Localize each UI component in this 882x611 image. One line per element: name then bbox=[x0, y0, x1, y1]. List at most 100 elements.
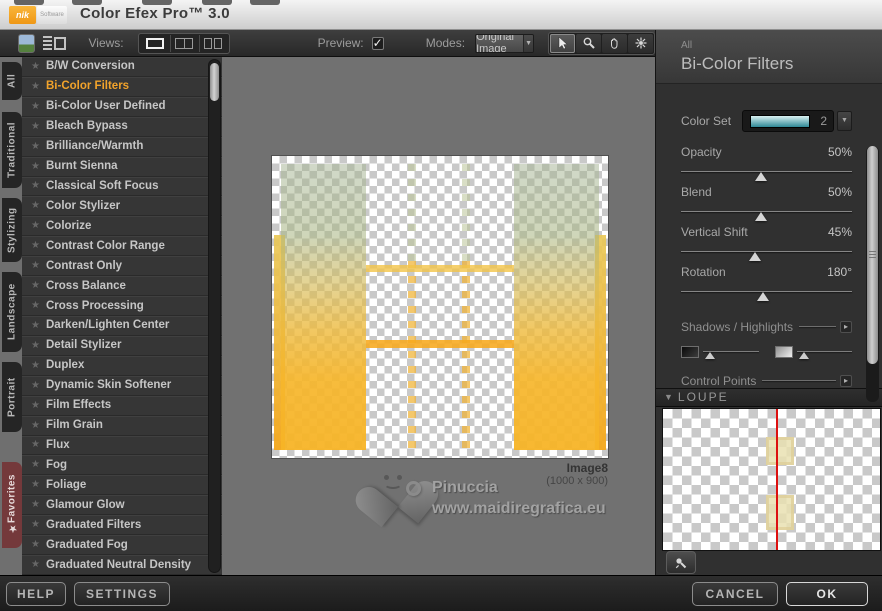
loupe-header[interactable]: ▼ LOUPE bbox=[656, 387, 882, 407]
filter-list-item[interactable]: ★ B/W Conversion bbox=[22, 57, 222, 77]
star-icon[interactable]: ★ bbox=[31, 280, 46, 291]
star-icon[interactable]: ★ bbox=[31, 479, 46, 490]
filter-list-item[interactable]: ★ Colorize bbox=[22, 216, 222, 237]
star-icon[interactable]: ★ bbox=[31, 220, 46, 231]
sidebar-tab-all[interactable]: All bbox=[2, 62, 22, 100]
star-icon[interactable]: ★ bbox=[31, 459, 46, 470]
filter-list-item[interactable]: ★ Bi-Color User Defined bbox=[22, 97, 222, 117]
sidebar-tab-traditional[interactable]: Traditional bbox=[2, 112, 22, 188]
star-icon[interactable]: ★ bbox=[31, 260, 46, 271]
star-icon[interactable]: ★ bbox=[31, 61, 46, 72]
filter-list-item[interactable]: ★ Cross Balance bbox=[22, 276, 222, 297]
filter-list-item[interactable]: ★ Foliage bbox=[22, 475, 222, 496]
slider-marker[interactable] bbox=[757, 291, 770, 301]
star-icon[interactable]: ★ bbox=[31, 380, 46, 391]
star-icon[interactable]: ★ bbox=[31, 101, 46, 112]
star-icon[interactable]: ★ bbox=[31, 320, 46, 331]
filter-list-item[interactable]: ★ Graduated Neutral Density bbox=[22, 555, 222, 575]
control-point-pin-button[interactable] bbox=[666, 551, 696, 575]
filter-list-item[interactable]: ★ Film Grain bbox=[22, 416, 222, 436]
star-icon[interactable]: ★ bbox=[31, 400, 46, 411]
sidebar-tab-portrait[interactable]: Portrait bbox=[2, 362, 22, 432]
filter-list-item[interactable]: ★ Glamour Glow bbox=[22, 495, 222, 516]
filter-list-item[interactable]: ★ Fog bbox=[22, 455, 222, 476]
star-icon[interactable]: ★ bbox=[31, 519, 46, 530]
ok-button[interactable]: OK bbox=[786, 581, 868, 606]
star-icon[interactable]: ★ bbox=[31, 180, 46, 191]
pan-tool-button[interactable] bbox=[602, 33, 627, 53]
panel-scrollbar[interactable] bbox=[866, 145, 879, 402]
filter-list-item[interactable]: ★ Brilliance/Warmth bbox=[22, 137, 222, 157]
help-button[interactable]: HELP bbox=[6, 581, 66, 606]
chevron-down-icon[interactable]: ▼ bbox=[523, 34, 533, 52]
view-side-by-side-button[interactable] bbox=[198, 34, 227, 52]
star-icon[interactable]: ★ bbox=[31, 499, 46, 510]
filter-list-item[interactable]: ★ Darken/Lighten Center bbox=[22, 316, 222, 336]
preview-image[interactable] bbox=[271, 155, 609, 459]
star-icon[interactable]: ★ bbox=[31, 420, 46, 431]
preview-checkbox[interactable]: ✓ bbox=[371, 36, 384, 50]
filter-list-item[interactable]: ★ Flux bbox=[22, 436, 222, 456]
sidebar-tab-landscape[interactable]: Landscape bbox=[2, 272, 22, 352]
filter-list-item[interactable]: ★ Color Stylizer bbox=[22, 196, 222, 217]
scrollbar-thumb[interactable] bbox=[867, 145, 878, 364]
star-icon[interactable]: ★ bbox=[31, 340, 46, 351]
filter-list-scrollbar[interactable] bbox=[208, 59, 221, 573]
filter-list-item[interactable]: ★ Detail Stylizer bbox=[22, 336, 222, 356]
loupe-viewport[interactable] bbox=[662, 407, 881, 551]
background-color-tool-button[interactable] bbox=[628, 33, 653, 53]
image-thumbnail-icon[interactable] bbox=[18, 33, 36, 53]
slider-track[interactable] bbox=[681, 290, 852, 301]
star-icon[interactable]: ★ bbox=[31, 161, 46, 172]
filter-list-item[interactable]: ★ Cross Processing bbox=[22, 296, 222, 316]
slider-marker[interactable] bbox=[704, 352, 715, 360]
slider-marker[interactable] bbox=[799, 352, 810, 360]
zoom-tool-button[interactable] bbox=[576, 33, 601, 53]
expand-arrow-icon[interactable]: ▸ bbox=[840, 374, 852, 387]
filter-list-item[interactable]: ★ Bleach Bypass bbox=[22, 117, 222, 137]
settings-button[interactable]: SETTINGS bbox=[74, 581, 170, 606]
slider-marker[interactable] bbox=[755, 211, 768, 221]
shadows-slider[interactable] bbox=[681, 345, 759, 360]
star-icon[interactable]: ★ bbox=[31, 539, 46, 550]
filter-list-toggle-icon[interactable] bbox=[43, 34, 67, 52]
filter-list-item[interactable]: ★ Film Effects bbox=[22, 396, 222, 416]
view-single-button[interactable] bbox=[141, 35, 169, 52]
star-icon[interactable]: ★ bbox=[31, 141, 46, 152]
star-icon[interactable]: ★ bbox=[31, 300, 46, 311]
star-icon[interactable]: ★ bbox=[31, 559, 46, 570]
color-set-control[interactable]: 2 ▼ bbox=[742, 109, 852, 132]
slider-marker[interactable] bbox=[748, 251, 761, 261]
select-tool-button[interactable] bbox=[550, 33, 575, 53]
slider-track[interactable] bbox=[681, 210, 852, 221]
filter-list-item[interactable]: ★ Contrast Color Range bbox=[22, 236, 222, 257]
filter-list-item[interactable]: ★ Classical Soft Focus bbox=[22, 177, 222, 197]
chevron-down-icon[interactable]: ▼ bbox=[837, 110, 852, 131]
collapse-caret-icon[interactable]: ▼ bbox=[664, 392, 673, 402]
modes-dropdown[interactable]: Original Image ▼ bbox=[475, 33, 534, 53]
cancel-button[interactable]: CANCEL bbox=[692, 581, 778, 606]
filter-list-item[interactable]: ★ Burnt Sienna bbox=[22, 157, 222, 177]
filter-list-item[interactable]: ★ Duplex bbox=[22, 356, 222, 376]
star-icon[interactable]: ★ bbox=[31, 81, 46, 92]
sidebar-tab-stylizing[interactable]: Stylizing bbox=[2, 198, 22, 262]
color-set-swatch bbox=[750, 114, 810, 128]
highlights-slider[interactable] bbox=[774, 345, 852, 360]
filter-list-item[interactable]: ★ Graduated Filters bbox=[22, 515, 222, 536]
slider-track[interactable] bbox=[681, 170, 852, 181]
star-icon[interactable]: ★ bbox=[31, 439, 46, 450]
star-icon[interactable]: ★ bbox=[31, 360, 46, 371]
sidebar-tab-favorites[interactable]: ★ Favorites bbox=[2, 462, 22, 548]
star-icon[interactable]: ★ bbox=[31, 121, 46, 132]
scrollbar-thumb[interactable] bbox=[210, 63, 219, 101]
filter-list-item[interactable]: ★ Bi-Color Filters bbox=[22, 77, 222, 97]
star-icon[interactable]: ★ bbox=[31, 200, 46, 211]
expand-arrow-icon[interactable]: ▸ bbox=[840, 320, 852, 333]
view-split-button[interactable] bbox=[169, 34, 198, 52]
slider-marker[interactable] bbox=[755, 171, 768, 181]
slider-track[interactable] bbox=[681, 250, 852, 261]
star-icon[interactable]: ★ bbox=[31, 240, 46, 251]
filter-list-item[interactable]: ★ Graduated Fog bbox=[22, 535, 222, 556]
filter-list-item[interactable]: ★ Dynamic Skin Softener bbox=[22, 376, 222, 396]
filter-list-item[interactable]: ★ Contrast Only bbox=[22, 256, 222, 277]
